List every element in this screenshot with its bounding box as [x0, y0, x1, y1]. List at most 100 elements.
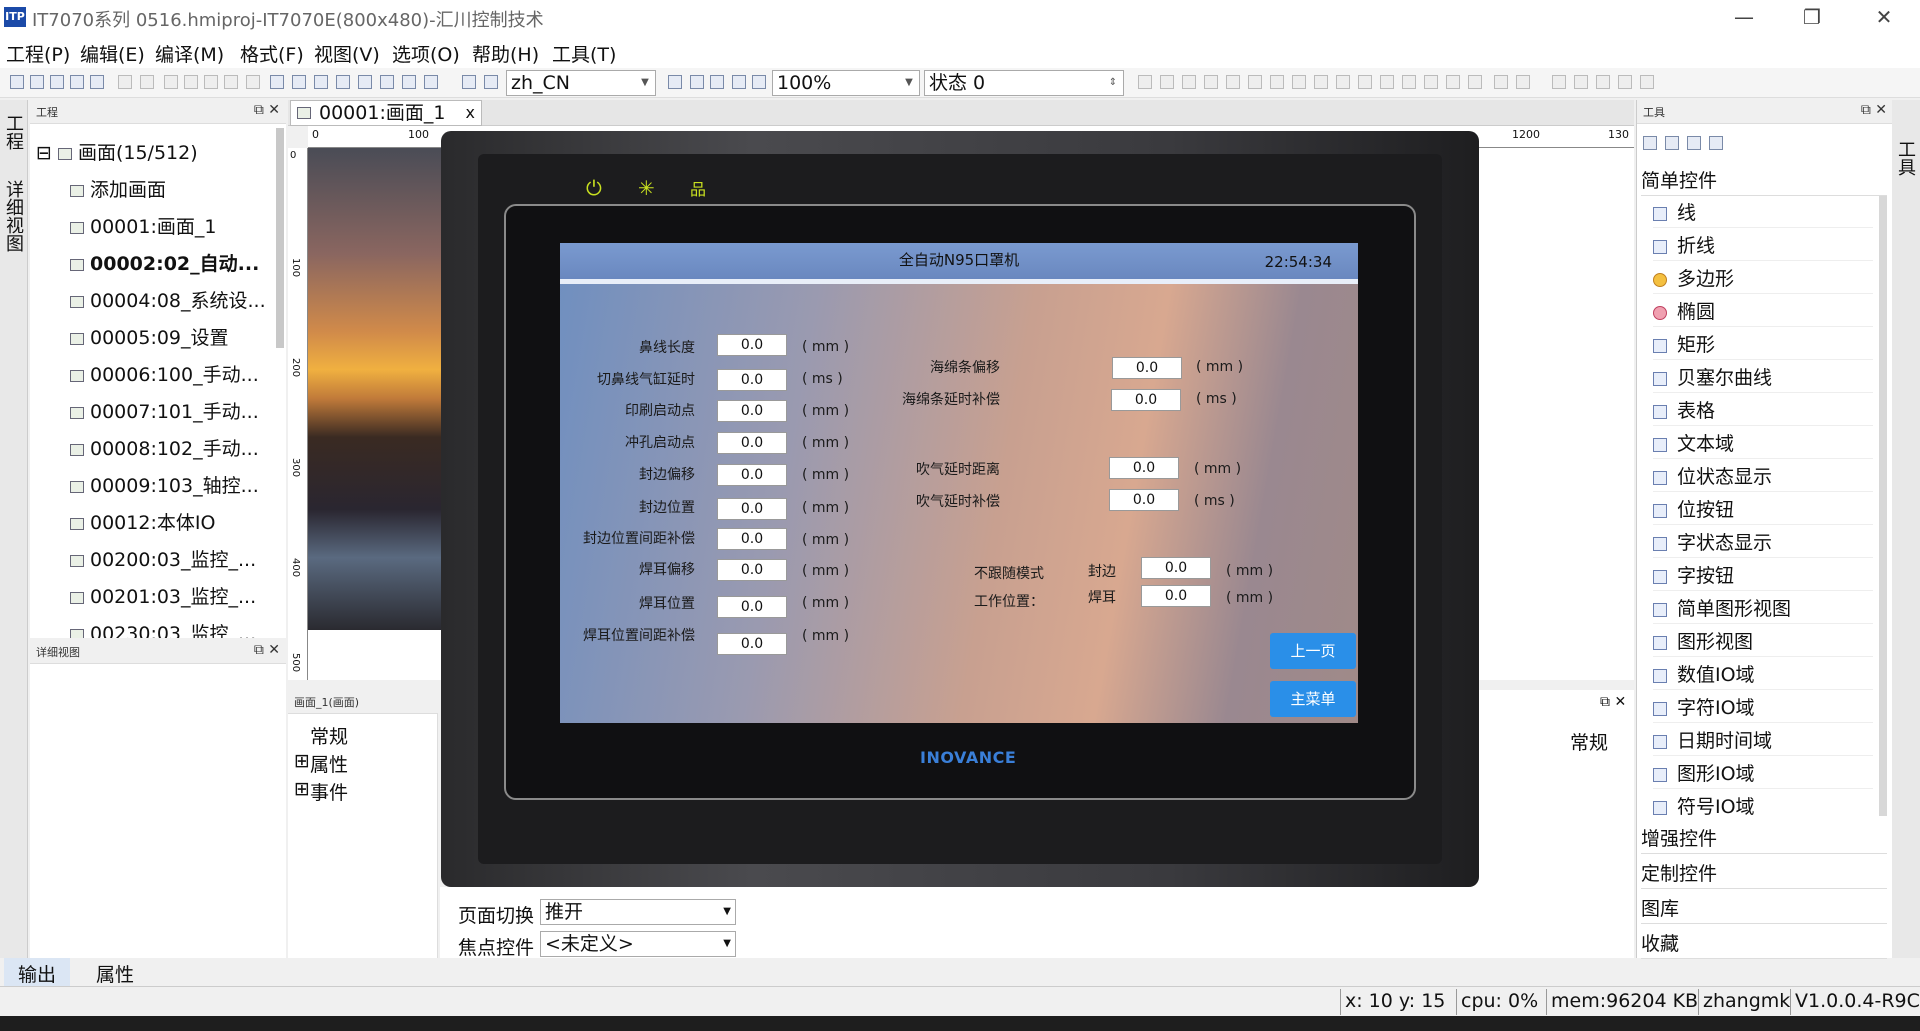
tool-text[interactable]: 文本域: [1653, 429, 1873, 459]
open-folder-icon[interactable]: [50, 75, 64, 89]
group-icon[interactable]: [1446, 75, 1460, 89]
props-item-general[interactable]: 常规: [310, 722, 348, 749]
save-icon[interactable]: [70, 75, 84, 89]
grid-icon[interactable]: [690, 75, 704, 89]
tool-symbol-io[interactable]: 符号IO域: [1653, 792, 1873, 822]
tool-bezier[interactable]: 贝塞尔曲线: [1653, 363, 1873, 393]
distribute-h-icon[interactable]: [1270, 75, 1284, 89]
copy-icon[interactable]: [184, 75, 198, 89]
align-right-icon[interactable]: [1182, 75, 1196, 89]
tool-char-io[interactable]: 字符IO域: [1653, 693, 1873, 723]
rotate-icon[interactable]: [1380, 75, 1394, 89]
zoom-select[interactable]: 100% ▼: [772, 70, 920, 96]
tool-word-button[interactable]: 字按钮: [1653, 561, 1873, 591]
toolbox-scrollbar[interactable]: [1879, 196, 1887, 816]
upload-icon[interactable]: [358, 75, 372, 89]
print-icon[interactable]: [90, 75, 104, 89]
menu-project[interactable]: 工程(P): [6, 40, 70, 67]
pointer-icon[interactable]: [1643, 136, 1657, 150]
refresh-icon[interactable]: [380, 75, 394, 89]
tree-item[interactable]: 00012:本体IO: [70, 508, 215, 536]
zoom-out-icon[interactable]: [752, 75, 766, 89]
same-width-icon[interactable]: [1314, 75, 1328, 89]
tool-graphic-io[interactable]: 图形IO域: [1653, 759, 1873, 789]
collapse-icon[interactable]: ⊟: [36, 142, 52, 164]
close-button[interactable]: ✕: [1856, 0, 1912, 36]
flip-v-icon[interactable]: [1424, 75, 1438, 89]
props-item-events[interactable]: 事件: [310, 778, 348, 805]
tool-numeric-io[interactable]: 数值IO域: [1653, 660, 1873, 690]
list-view-icon[interactable]: [1687, 136, 1701, 150]
lock-icon[interactable]: [1494, 75, 1508, 89]
undo-icon[interactable]: [118, 75, 132, 89]
grid-view-icon[interactable]: [1709, 136, 1723, 150]
tool-bit-button[interactable]: 位按钮: [1653, 495, 1873, 525]
param-input[interactable]: 0.0: [1109, 489, 1179, 511]
expand-icon[interactable]: ⊞: [294, 778, 310, 800]
pin-close-icon[interactable]: ⧉ ✕: [254, 102, 280, 118]
tool-line[interactable]: 线: [1653, 198, 1873, 228]
bring-front-icon[interactable]: [1552, 75, 1566, 89]
same-size-icon[interactable]: [1358, 75, 1372, 89]
tree-item[interactable]: 00007:101_手动...: [70, 397, 259, 425]
param-input[interactable]: 0.0: [717, 596, 787, 618]
tool-ellipse[interactable]: 椭圆: [1653, 297, 1873, 327]
close-icon[interactable]: x: [466, 101, 475, 125]
tree-root-screens[interactable]: ⊟ 画面(15/512): [36, 138, 198, 166]
menu-options[interactable]: 选项(O): [392, 40, 460, 67]
send-back-icon[interactable]: [1574, 75, 1588, 89]
zoom-in-icon[interactable]: [732, 75, 746, 89]
category-enhanced-controls[interactable]: 增强控件: [1641, 820, 1887, 854]
align-middle-icon[interactable]: [1226, 75, 1240, 89]
snap-icon[interactable]: [710, 75, 724, 89]
language-select[interactable]: zh_CN ▼: [506, 70, 656, 96]
tree-item[interactable]: 00005:09_设置: [70, 323, 229, 351]
ungroup-icon[interactable]: [1468, 75, 1482, 89]
category-favorites[interactable]: 收藏: [1641, 925, 1887, 959]
compile-icon[interactable]: [292, 75, 306, 89]
distribute-v-icon[interactable]: [1292, 75, 1306, 89]
tool-table[interactable]: 表格: [1653, 396, 1873, 426]
simulate-icon[interactable]: [336, 75, 350, 89]
param-input[interactable]: 0.0: [1141, 585, 1211, 607]
tool-polyline[interactable]: 折线: [1653, 231, 1873, 261]
state-select[interactable]: 状态 0 ⇕: [924, 70, 1124, 96]
tree-item[interactable]: 00230:03_监控_...: [70, 619, 256, 638]
tab-detail-view[interactable]: 详细视图: [2, 180, 26, 252]
tab-properties[interactable]: 属性: [82, 958, 148, 986]
expand-icon[interactable]: ⊞: [294, 750, 310, 772]
category-custom-controls[interactable]: 定制控件: [1641, 855, 1887, 889]
tree-item[interactable]: 00001:画面_1: [70, 212, 216, 240]
maximize-button[interactable]: ❐: [1784, 0, 1840, 36]
param-input[interactable]: 0.0: [717, 432, 787, 454]
tree-item[interactable]: 00006:100_手动...: [70, 360, 259, 388]
tool-bit-state[interactable]: 位状态显示: [1653, 462, 1873, 492]
param-input[interactable]: 0.0: [717, 498, 787, 520]
tab-project[interactable]: 工程: [2, 114, 26, 150]
tool-graphic-view[interactable]: 图形视图: [1653, 627, 1873, 657]
tree-item[interactable]: 00008:102_手动...: [70, 434, 259, 462]
layer-icon[interactable]: [1640, 75, 1654, 89]
tool-polygon[interactable]: 多边形: [1653, 264, 1873, 294]
tool-datetime[interactable]: 日期时间域: [1653, 726, 1873, 756]
align-bottom-icon[interactable]: [1248, 75, 1262, 89]
prev-page-button[interactable]: 上一页: [1270, 633, 1356, 669]
bring-forward-icon[interactable]: [1596, 75, 1610, 89]
align-left-icon[interactable]: [1138, 75, 1152, 89]
param-input[interactable]: 0.0: [717, 464, 787, 486]
cut-icon[interactable]: [164, 75, 178, 89]
tree-item[interactable]: 00201:03_监控_...: [70, 582, 256, 610]
download-icon[interactable]: [314, 75, 328, 89]
transfer-alt-icon[interactable]: [484, 75, 498, 89]
tool-rectangle[interactable]: 矩形: [1653, 330, 1873, 360]
send-backward-icon[interactable]: [1618, 75, 1632, 89]
tree-scrollbar[interactable]: [276, 128, 284, 348]
page-switch-select[interactable]: 推开 ▼: [540, 899, 736, 925]
menu-format[interactable]: 格式(F): [240, 40, 304, 67]
tool-simple-graphic[interactable]: 简单图形视图: [1653, 594, 1873, 624]
param-input[interactable]: 0.0: [717, 559, 787, 581]
network-icon[interactable]: [402, 75, 416, 89]
tree-item[interactable]: 00004:08_系统设...: [70, 286, 266, 314]
tab-output[interactable]: 输出: [4, 958, 71, 986]
menu-help[interactable]: 帮助(H): [472, 40, 539, 67]
